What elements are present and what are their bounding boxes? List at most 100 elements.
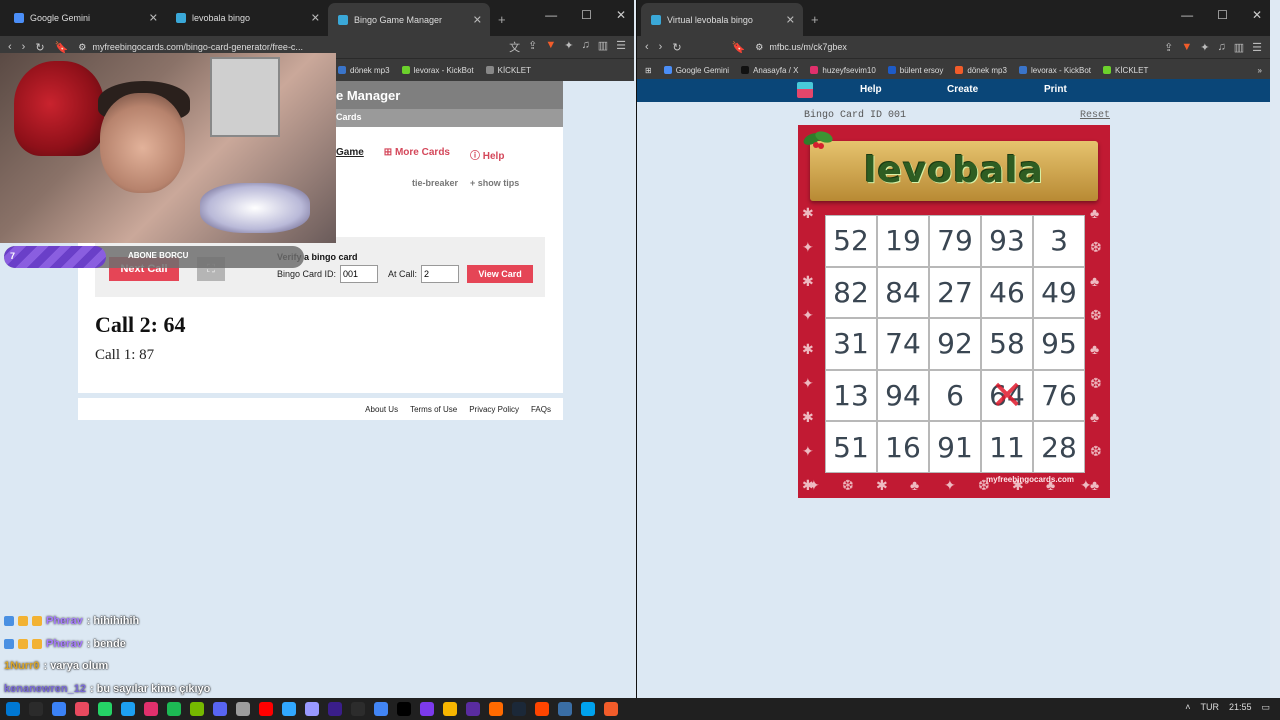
bingo-cell[interactable]: 28 — [1033, 421, 1085, 473]
bingo-cell[interactable]: 11 — [981, 421, 1033, 473]
bingo-cell[interactable]: 79 — [929, 215, 981, 267]
more-cards-link[interactable]: ⊞ More Cards — [384, 147, 450, 162]
maximize-icon[interactable]: ☐ — [1217, 8, 1228, 22]
sidebar-icon[interactable]: ▥ — [598, 39, 608, 55]
taskbar-app-icon[interactable] — [443, 702, 457, 716]
view-card-button[interactable]: View Card — [467, 265, 534, 283]
taskbar-app-icon[interactable] — [374, 702, 388, 716]
bookmark-icon[interactable]: 🔖 — [732, 41, 746, 54]
bingo-cell[interactable]: 91 — [929, 421, 981, 473]
taskbar-app-icon[interactable] — [98, 702, 112, 716]
bookmark-item[interactable]: levorax - KickBot — [401, 66, 474, 75]
url-field[interactable]: ⚙ myfreebingocards.com/bingo-card-genera… — [78, 42, 499, 53]
bingo-cell[interactable]: 27 — [929, 266, 981, 319]
bookmark-item[interactable]: dönek mp3 — [338, 66, 390, 75]
brave-shield-icon[interactable]: ▼ — [1181, 41, 1192, 54]
footer-privacy-link[interactable]: Privacy Policy — [469, 405, 519, 414]
bingo-cell[interactable]: 93 — [981, 215, 1033, 267]
bingo-cell[interactable]: 16 — [877, 421, 929, 473]
bingo-cell[interactable]: 84 — [877, 266, 929, 319]
nav-print[interactable]: Print — [1044, 84, 1067, 95]
bingo-cell[interactable]: 74 — [877, 318, 929, 370]
footer-about-link[interactable]: About Us — [365, 405, 398, 414]
bookmark-item[interactable]: Google Gemini — [663, 66, 729, 75]
footer-terms-link[interactable]: Terms of Use — [410, 405, 457, 414]
bookmark-item[interactable]: KİCKLET — [485, 66, 531, 75]
extensions-icon[interactable]: ✦ — [1200, 41, 1209, 54]
tie-breaker-link[interactable]: tie-breaker — [412, 178, 458, 188]
nav-help[interactable]: Help — [860, 84, 882, 95]
taskbar-app-icon[interactable] — [236, 702, 250, 716]
close-tab-icon[interactable]: ✕ — [311, 12, 320, 25]
bingo-cell[interactable]: 46 — [981, 266, 1033, 319]
bingo-logo-icon[interactable] — [797, 82, 813, 98]
forward-icon[interactable]: › — [659, 41, 663, 53]
sidebar-icon[interactable]: ▥ — [1234, 41, 1244, 54]
taskbar-app-icon[interactable] — [6, 702, 20, 716]
taskbar-app-icon[interactable] — [305, 702, 319, 716]
help-link[interactable]: ⓘ Help — [470, 147, 504, 162]
taskbar-app-icon[interactable] — [167, 702, 181, 716]
close-tab-icon[interactable]: ✕ — [473, 13, 482, 26]
footer-faqs-link[interactable]: FAQs — [531, 405, 551, 414]
taskbar-app-icon[interactable] — [282, 702, 296, 716]
share-icon[interactable]: ⇪ — [528, 39, 537, 55]
taskbar-app-icon[interactable] — [512, 702, 526, 716]
more-bookmarks-icon[interactable]: » — [1258, 66, 1262, 75]
extensions-icon[interactable]: ✦ — [564, 39, 573, 55]
bingo-cell[interactable]: 31 — [825, 318, 877, 370]
taskbar-app-icon[interactable] — [259, 702, 273, 716]
bingo-cell[interactable]: 49 — [1033, 266, 1085, 319]
at-call-input[interactable] — [421, 265, 460, 283]
taskbar-app-icon[interactable] — [558, 702, 572, 716]
chat-username[interactable]: kenanewren_12 — [4, 678, 86, 699]
close-icon[interactable]: ✕ — [616, 8, 626, 22]
taskbar-app-icon[interactable] — [144, 702, 158, 716]
bingo-cell[interactable]: 94 — [877, 369, 929, 422]
bookmark-item[interactable]: KİCKLET — [1103, 66, 1148, 75]
tab-google-gemini[interactable]: Google Gemini ✕ — [4, 3, 166, 33]
bookmark-item[interactable]: huzeyfsevim10 — [810, 66, 876, 75]
minimize-icon[interactable]: — — [1181, 8, 1193, 22]
taskbar-app-icon[interactable] — [466, 702, 480, 716]
bookmark-item[interactable]: Anasayfa / X — [741, 66, 798, 75]
tab-levobala-bingo[interactable]: levobala bingo ✕ — [166, 3, 328, 33]
taskbar-app-icon[interactable] — [29, 702, 43, 716]
media-icon[interactable]: ♫ — [581, 39, 589, 55]
bingo-cell[interactable]: 6 — [929, 369, 981, 422]
tray-chevron-icon[interactable]: ˄ — [1185, 702, 1190, 713]
bingo-cell[interactable]: 52 — [825, 215, 877, 267]
site-info-icon[interactable]: ⚙ — [78, 42, 86, 53]
bingo-cell[interactable]: 82 — [825, 266, 877, 319]
forward-icon[interactable]: › — [22, 41, 26, 53]
apps-icon[interactable]: ⊞ — [645, 66, 652, 75]
chat-username[interactable]: 1Nurr0 — [4, 655, 39, 678]
taskbar-app-icon[interactable] — [420, 702, 434, 716]
bingo-cell[interactable]: 19 — [877, 215, 929, 267]
language-indicator[interactable]: TUR — [1200, 702, 1219, 713]
bingo-cell[interactable]: 95 — [1033, 318, 1085, 370]
share-icon[interactable]: ⇪ — [1164, 41, 1173, 54]
taskbar-app-icon[interactable] — [190, 702, 204, 716]
bingo-cell[interactable]: 92 — [929, 318, 981, 370]
show-tips-link[interactable]: + show tips — [470, 178, 519, 188]
taskbar-app-icon[interactable] — [328, 702, 342, 716]
menu-icon[interactable]: ☰ — [616, 39, 626, 55]
game-link[interactable]: Game — [336, 147, 364, 162]
bingo-cell[interactable]: 58 — [981, 318, 1033, 370]
bingo-cell[interactable]: 13 — [825, 369, 877, 422]
taskbar-app-icon[interactable] — [581, 702, 595, 716]
back-icon[interactable]: ‹ — [8, 41, 12, 53]
tab-virtual-levobala-bingo[interactable]: Virtual levobala bingo ✕ — [641, 3, 803, 36]
reset-link[interactable]: Reset — [1080, 110, 1110, 121]
minimize-icon[interactable]: — — [545, 8, 557, 22]
bookmark-item[interactable]: levorax - KickBot — [1018, 66, 1091, 75]
taskbar-app-icon[interactable] — [535, 702, 549, 716]
maximize-icon[interactable]: ☐ — [581, 8, 592, 22]
translate-icon[interactable]: 文 — [509, 39, 520, 55]
tab-bingo-game-manager[interactable]: Bingo Game Manager ✕ — [328, 3, 490, 36]
bookmark-item[interactable]: bülent ersoy — [887, 66, 943, 75]
media-icon[interactable]: ♫ — [1217, 41, 1225, 54]
nav-create[interactable]: Create — [947, 84, 978, 95]
new-tab-button[interactable]: + — [498, 12, 506, 27]
